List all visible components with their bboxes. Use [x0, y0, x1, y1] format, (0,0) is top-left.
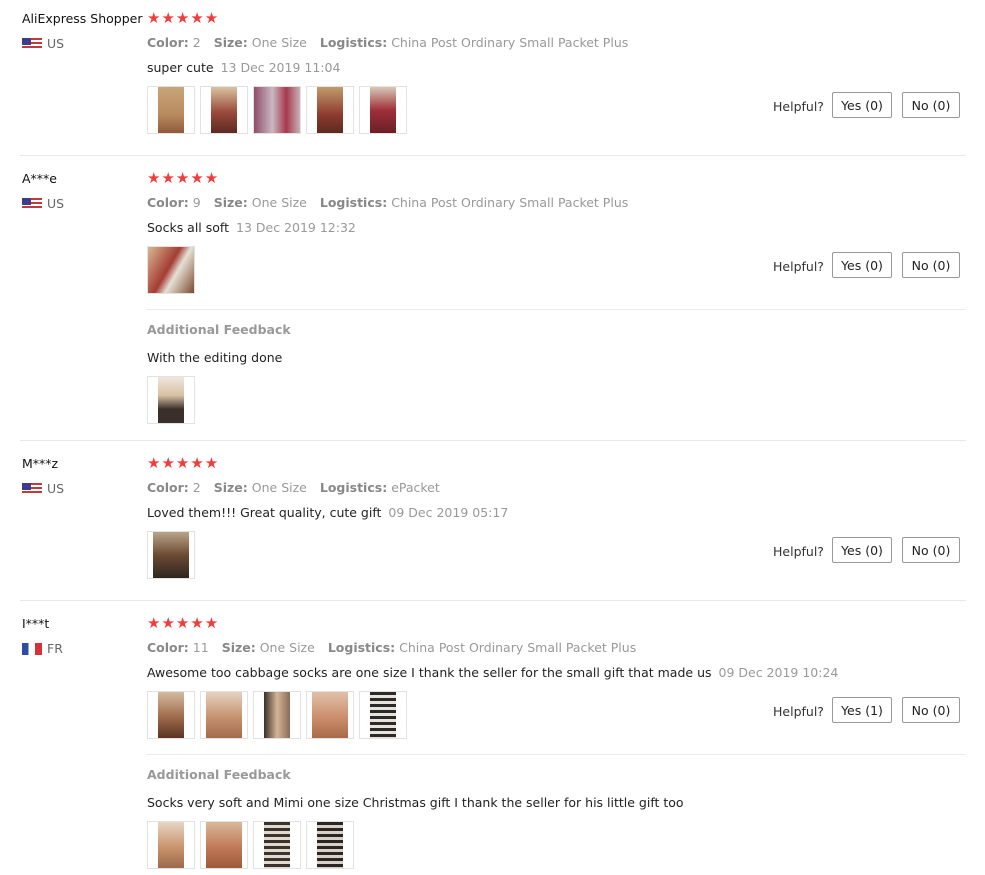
size-value: One Size — [251, 480, 307, 495]
reviewer-name: M***z — [22, 456, 59, 471]
review-photo-thumbnail[interactable] — [253, 821, 301, 869]
helpful-no-button[interactable]: No (0) — [902, 537, 960, 563]
fr-flag-icon — [22, 642, 42, 655]
review-date: 13 Dec 2019 11:04 — [220, 60, 341, 75]
logistics-value: China Post Ordinary Small Packet Plus — [391, 195, 629, 210]
review-photo-thumbnail[interactable] — [147, 691, 195, 739]
review-divider — [20, 440, 966, 441]
size-value: One Size — [251, 195, 307, 210]
helpful-yes-button[interactable]: Yes (0) — [832, 252, 892, 278]
star-rating: ★★★★★ — [147, 169, 220, 187]
review-photo-thumbnail[interactable] — [253, 691, 301, 739]
review-photo-thumbnail[interactable] — [147, 376, 195, 424]
review-photos — [147, 86, 407, 134]
reviewer-country: FR — [22, 641, 63, 656]
review-attributes: Color: 11 Size: One Size Logistics: China … — [147, 640, 637, 655]
size-value: One Size — [251, 35, 307, 50]
review-date: 13 Dec 2019 12:32 — [236, 220, 356, 235]
review-photo-thumbnail[interactable] — [306, 86, 354, 134]
review-photo-thumbnail[interactable] — [306, 821, 354, 869]
review-text: super cute 13 Dec 2019 11:04 — [147, 60, 341, 75]
review-photo-thumbnail[interactable] — [253, 86, 301, 134]
helpful-yes-button[interactable]: Yes (0) — [832, 92, 892, 118]
review-photo-thumbnail[interactable] — [306, 691, 354, 739]
review-photo-thumbnail[interactable] — [147, 821, 195, 869]
review-text: Socks all soft 13 Dec 2019 12:32 — [147, 220, 356, 235]
reviewer-country: US — [22, 36, 64, 51]
review-photo-thumbnail[interactable] — [200, 821, 248, 869]
additional-feedback-photos — [147, 376, 195, 424]
star-rating: ★★★★★ — [147, 614, 220, 632]
additional-feedback-divider — [147, 309, 966, 310]
review-photo-thumbnail[interactable] — [359, 691, 407, 739]
helpful-yes-button[interactable]: Yes (0) — [832, 537, 892, 563]
country-code: US — [47, 481, 65, 496]
country-code: US — [47, 196, 65, 211]
color-value: 2 — [192, 480, 201, 495]
reviewer-country: US — [22, 481, 64, 496]
helpful-no-button[interactable]: No (0) — [902, 252, 960, 278]
helpful-label: Helpful? — [773, 544, 824, 559]
review-attributes: Color: 2 Size: One Size Logistics: China P… — [147, 35, 629, 50]
us-flag-icon — [22, 37, 42, 50]
helpful-label: Helpful? — [773, 259, 824, 274]
reviewer-name: A***e — [22, 171, 57, 186]
review-photo-thumbnail[interactable] — [359, 86, 407, 134]
review-date: 09 Dec 2019 05:17 — [388, 505, 509, 520]
logistics-value: China Post Ordinary Small Packet Plus — [391, 35, 629, 50]
reviewer-name: AliExpress Shopper — [22, 11, 143, 26]
us-flag-icon — [22, 197, 42, 210]
color-value: 9 — [192, 195, 201, 210]
review-photo-thumbnail[interactable] — [147, 531, 195, 579]
star-rating: ★★★★★ — [147, 454, 220, 472]
review-photos — [147, 531, 195, 579]
helpful-label: Helpful? — [773, 704, 824, 719]
review-attributes: Color: 2 Size: One Size Logistics: ePacket — [147, 480, 440, 495]
helpful-label: Helpful? — [773, 99, 824, 114]
color-value: 11 — [192, 640, 209, 655]
additional-feedback-photos — [147, 821, 354, 869]
review-text: Loved them!!! Great quality, cute gift 09… — [147, 505, 509, 520]
additional-feedback-divider — [147, 754, 966, 755]
review-photo-thumbnail[interactable] — [147, 86, 195, 134]
logistics-value: ePacket — [391, 480, 440, 495]
review-divider — [20, 600, 966, 601]
review-attributes: Color: 9 Size: One Size Logistics: China P… — [147, 195, 629, 210]
review-photo-thumbnail[interactable] — [200, 691, 248, 739]
size-value: One Size — [259, 640, 315, 655]
star-rating: ★★★★★ — [147, 9, 220, 27]
review-photos — [147, 246, 195, 294]
review-photos — [147, 691, 407, 739]
additional-feedback-text: With the editing done — [147, 350, 283, 365]
review-photo-thumbnail[interactable] — [200, 86, 248, 134]
review-date: 09 Dec 2019 10:24 — [718, 665, 839, 680]
country-code: US — [47, 36, 65, 51]
reviewer-country: US — [22, 196, 64, 211]
review-divider — [20, 155, 966, 156]
additional-feedback-title: Additional Feedback — [147, 322, 291, 337]
additional-feedback-text: Socks very soft and Mimi one size Christ… — [147, 795, 684, 810]
helpful-yes-button[interactable]: Yes (1) — [832, 697, 892, 723]
helpful-no-button[interactable]: No (0) — [902, 697, 960, 723]
additional-feedback-title: Additional Feedback — [147, 767, 291, 782]
review-photo-thumbnail[interactable] — [147, 246, 195, 294]
us-flag-icon — [22, 482, 42, 495]
helpful-no-button[interactable]: No (0) — [902, 92, 960, 118]
review-text: Awesome too cabbage socks are one size I… — [147, 665, 839, 680]
color-value: 2 — [192, 35, 201, 50]
reviewer-name: I***t — [22, 616, 50, 631]
country-code: FR — [47, 641, 63, 656]
logistics-value: China Post Ordinary Small Packet Plus — [399, 640, 637, 655]
